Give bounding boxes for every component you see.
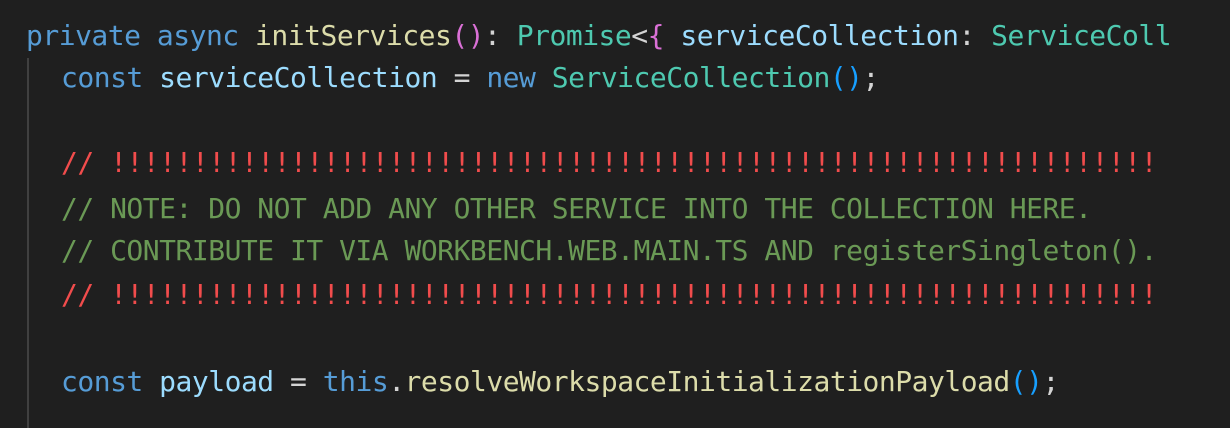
keyword-const: const xyxy=(61,365,143,398)
code-line-7[interactable]: // !!!!!!!!!!!!!!!!!!!!!!!!!!!!!!!!!!!!!… xyxy=(61,275,1157,315)
assignment-operator: = xyxy=(273,365,323,398)
colon: : xyxy=(958,19,992,52)
code-line-4[interactable]: // !!!!!!!!!!!!!!!!!!!!!!!!!!!!!!!!!!!!!… xyxy=(61,143,1157,183)
comment-note: // NOTE: DO NOT ADD ANY OTHER SERVICE IN… xyxy=(61,192,1092,225)
code-line-6[interactable]: // CONTRIBUTE IT VIA WORKBENCH.WEB.MAIN.… xyxy=(61,231,1157,271)
keyword-new: new xyxy=(486,61,536,94)
dot: . xyxy=(388,365,405,398)
semicolon: ; xyxy=(1042,365,1060,398)
open-brace: { xyxy=(647,19,665,52)
code-line-2[interactable]: const serviceCollection = new ServiceCol… xyxy=(61,58,879,98)
method-name-initservices: initServices xyxy=(255,19,452,52)
assignment-operator: = xyxy=(437,61,487,94)
call-parens: () xyxy=(1009,365,1043,398)
comment-exclamations: !!!!!!!!!!!!!!!!!!!!!!!!!!!!!!!!!!!!!!!!… xyxy=(110,146,1157,179)
variable-servicecollection: serviceCollection xyxy=(159,61,438,94)
property-servicecollection: serviceCollection xyxy=(680,19,959,52)
keyword-const: const xyxy=(61,61,143,94)
comment-slashes: // xyxy=(61,278,111,311)
code-line-9[interactable]: const payload = this.resolveWorkspaceIni… xyxy=(61,362,1059,402)
open-paren: ( xyxy=(451,19,468,52)
code-line-1[interactable]: private async initServices(): Promise<{ … xyxy=(26,16,1172,56)
code-editor[interactable]: private async initServices(): Promise<{ … xyxy=(0,0,1230,428)
comment-exclamations: !!!!!!!!!!!!!!!!!!!!!!!!!!!!!!!!!!!!!!!!… xyxy=(110,278,1157,311)
colon: : xyxy=(484,19,517,52)
close-paren: ) xyxy=(467,19,485,52)
call-parens: () xyxy=(829,61,863,94)
code-line-5[interactable]: // NOTE: DO NOT ADD ANY OTHER SERVICE IN… xyxy=(61,189,1092,229)
type-promise: Promise xyxy=(516,19,632,52)
variable-payload: payload xyxy=(159,365,274,398)
indent-guide xyxy=(27,58,29,428)
class-servicecollection: ServiceCollection xyxy=(551,61,831,94)
type-servicecollection-truncated: ServiceColl xyxy=(991,19,1172,52)
angle-bracket: < xyxy=(631,19,648,52)
method-resolveworkspaceinitializationpayload: resolveWorkspaceInitializationPayload xyxy=(404,365,1011,398)
semicolon: ; xyxy=(862,61,880,94)
keyword-private: private xyxy=(26,19,141,52)
comment-slashes: // xyxy=(61,146,111,179)
keyword-this: this xyxy=(322,365,389,398)
comment-contribute: // CONTRIBUTE IT VIA WORKBENCH.WEB.MAIN.… xyxy=(61,234,1157,267)
keyword-async: async xyxy=(156,19,239,52)
